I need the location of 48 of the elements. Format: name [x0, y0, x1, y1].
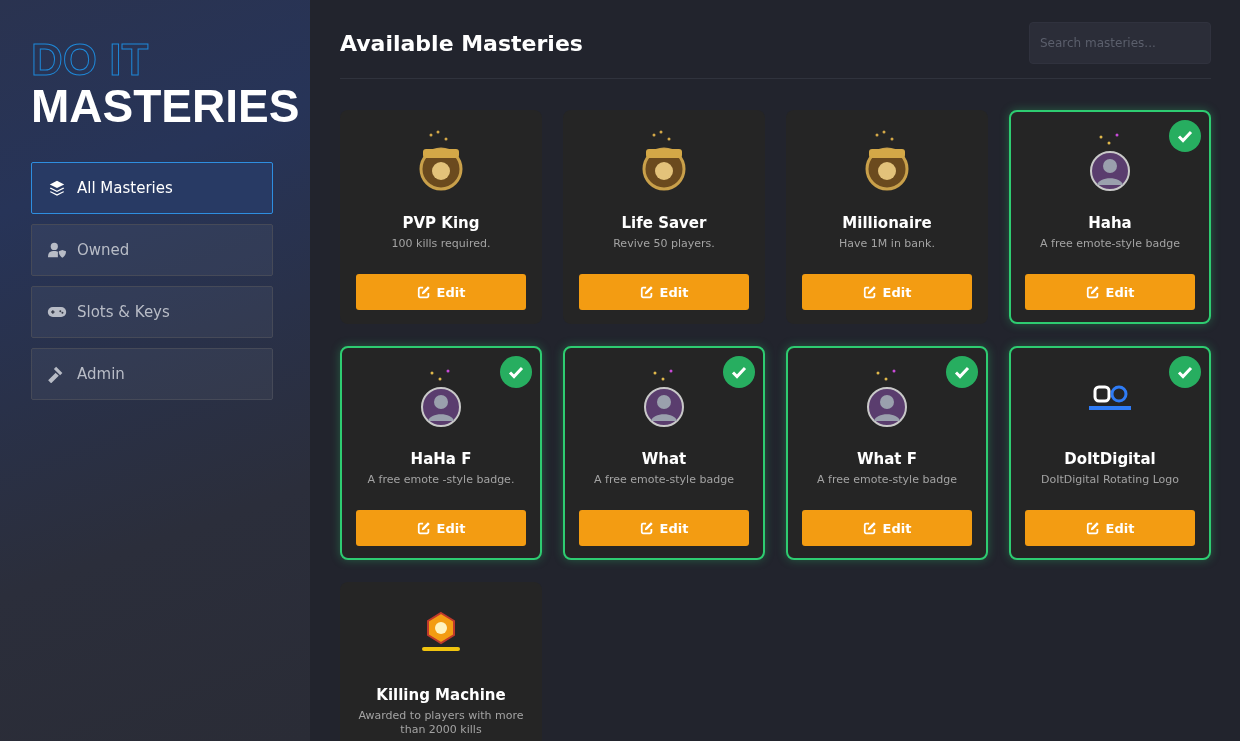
nav-item[interactable]: Slots & Keys [31, 286, 273, 338]
edit-icon [862, 521, 877, 535]
mastery-description: Have 1M in bank. [839, 237, 935, 251]
mastery-name: DoItDigital [1064, 450, 1156, 468]
logo-outline-text: DO IT [31, 38, 149, 82]
edit-icon [639, 521, 654, 535]
mastery-name: PVP King [402, 214, 480, 232]
edit-button[interactable]: Edit [1025, 510, 1195, 546]
edit-icon [1085, 521, 1100, 535]
mastery-name: HaHa F [410, 450, 472, 468]
edit-button[interactable]: Edit [802, 274, 972, 310]
check-icon [1169, 356, 1201, 388]
edit-button[interactable]: Edit [356, 274, 526, 310]
edit-button[interactable]: Edit [802, 510, 972, 546]
edit-button[interactable]: Edit [356, 510, 526, 546]
edit-button[interactable]: Edit [1025, 274, 1195, 310]
check-icon [946, 356, 978, 388]
nav-item[interactable]: Owned [31, 224, 273, 276]
mastery-description: Awarded to players with more than 2000 kills [357, 709, 525, 737]
edit-icon [416, 521, 431, 535]
mastery-name: Life Saver [621, 214, 707, 232]
user-shield-icon [47, 241, 67, 259]
logo-text: MASTERIES [31, 82, 300, 130]
check-icon [1169, 120, 1201, 152]
nav-item[interactable]: Admin [31, 348, 273, 400]
mastery-description: A free emote -style badge. [367, 473, 515, 487]
mastery-description: A free emote-style badge [1040, 237, 1180, 251]
check-icon [500, 356, 532, 388]
mastery-name: What F [857, 450, 917, 468]
mastery-description: DoItDigital Rotating Logo [1040, 473, 1180, 487]
mastery-description: A free emote-style badge [817, 473, 957, 487]
edit-icon [416, 285, 431, 299]
edit-icon [862, 285, 877, 299]
mastery-name: Haha [1088, 214, 1132, 232]
edit-icon [639, 285, 654, 299]
mastery-description: Revive 50 players. [613, 237, 715, 251]
mastery-description: 100 kills required. [391, 237, 491, 251]
layers-icon [47, 179, 67, 197]
edit-icon [1085, 285, 1100, 299]
edit-button[interactable]: Edit [579, 274, 749, 310]
page-title: Available Masteries [340, 30, 583, 56]
mastery-description: A free emote-style badge [594, 473, 734, 487]
mastery-name: Millionaire [842, 214, 932, 232]
mastery-name: Killing Machine [376, 686, 506, 704]
edit-button[interactable]: Edit [579, 510, 749, 546]
nav-item[interactable]: All Masteries [31, 162, 273, 214]
mastery-name: What [641, 450, 687, 468]
check-icon [723, 356, 755, 388]
